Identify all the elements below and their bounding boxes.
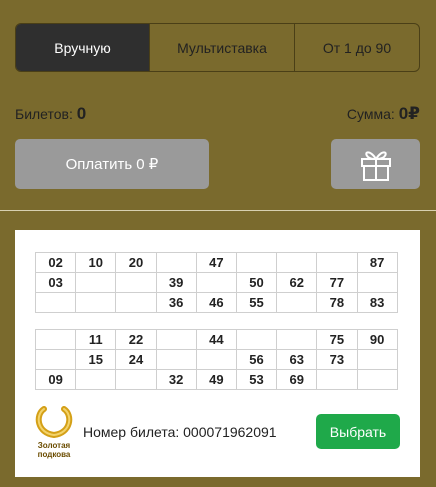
sum-value: 0₽ [398,104,420,123]
ticket-cell: 56 [235,349,278,370]
logo-text: Золотая подкова [37,441,71,459]
ticket-cell: 03 [34,272,77,293]
ticket-cell: 44 [195,329,237,350]
divider [0,210,436,211]
sum-label: Сумма: [346,106,395,122]
ticket-cell [34,329,77,350]
ticket-cell: 36 [155,292,197,313]
ticket-cell: 46 [195,292,237,313]
ticket-row: 15 24 56 63 73 [34,349,398,370]
ticket-cell [155,329,197,350]
tab-manual[interactable]: Вручную [16,24,150,71]
ticket-row: 09 32 49 53 69 [34,369,398,390]
ticket-cell [276,329,318,350]
ticket-cell: 15 [75,349,117,370]
ticket-cell: 87 [356,252,398,273]
ticket-cell: 90 [356,329,398,350]
sum-total: Сумма: 0₽ [347,104,420,124]
ticket-cell: 32 [155,369,197,390]
ticket-row: 03 39 50 62 77 [34,272,398,293]
ticket-cell [155,252,197,273]
tickets-label: Билетов: [15,106,73,122]
ticket-cell [195,272,237,293]
ticket-cell: 49 [195,369,237,390]
ticket-row: 11 22 44 75 90 [34,329,398,350]
tab-1-to-90[interactable]: От 1 до 90 [295,24,419,71]
ticket-cell: 77 [316,272,358,293]
ticket-cell: 69 [276,369,318,390]
tab-multibet[interactable]: Мультиставка [150,24,295,71]
ticket-cell [276,252,318,273]
summary-row: Билетов: 0 Сумма: 0₽ [15,104,420,124]
ticket-cell: 22 [115,329,157,350]
ticket-cell [34,349,77,370]
ticket-cell [75,272,117,293]
pay-button[interactable]: Оплатить 0 ₽ [15,139,209,189]
ticket-cell: 50 [235,272,278,293]
select-button-label: Выбрать [329,423,387,440]
ticket-cell: 63 [276,349,318,370]
ticket-cell [356,349,398,370]
ticket-grid-2: 11 22 44 75 90 15 24 56 63 73 09 32 49 53 69 [34,329,398,390]
ticket-cell: 10 [75,252,117,273]
ticket-cell [115,369,157,390]
ticket-cell [356,272,398,293]
ticket-cell [155,349,197,370]
ticket-cell: 78 [316,292,358,313]
tickets-value: 0 [76,104,87,123]
ticket-cell: 24 [115,349,157,370]
ticket-cell: 53 [235,369,278,390]
ticket-cell [115,272,157,293]
ticket-cell: 73 [316,349,358,370]
mode-tabs: Вручную Мультиставка От 1 до 90 [15,23,420,72]
horseshoe-icon [35,406,73,439]
ticket-card: 02 10 20 47 87 03 39 50 62 77 36 46 55 78 83 11 22 44 75 9… [15,230,420,477]
ticket-cell [316,252,358,273]
ticket-number: Номер билета: 000071962091 [83,424,277,440]
ticket-row: 36 46 55 78 83 [34,292,398,313]
ticket-cell: 55 [235,292,278,313]
pay-button-label: Оплатить 0 ₽ [65,156,159,173]
ticket-cell [356,369,398,390]
ticket-cell [75,369,117,390]
ticket-cell [75,292,117,313]
ticket-cell: 83 [356,292,398,313]
ticket-cell: 11 [75,329,117,350]
ticket-cell [316,369,358,390]
ticket-cell: 39 [155,272,197,293]
ticket-cell: 20 [115,252,157,273]
golden-horseshoe-logo: Золотая подкова [32,405,76,461]
ticket-grid-1: 02 10 20 47 87 03 39 50 62 77 36 46 55 78 83 [34,252,398,313]
ticket-cell: 09 [34,369,77,390]
tickets-count: Билетов: 0 [15,104,86,124]
ticket-cell [115,292,157,313]
ticket-cell [34,292,77,313]
gift-button[interactable] [331,139,420,189]
ticket-cell [235,329,278,350]
ticket-row: 02 10 20 47 87 [34,252,398,273]
ticket-cell: 75 [316,329,358,350]
ticket-cell: 02 [34,252,77,273]
gift-icon [360,151,391,181]
ticket-cell [195,349,237,370]
select-button[interactable]: Выбрать [316,414,400,449]
ticket-cell: 47 [195,252,237,273]
ticket-cell [235,252,278,273]
ticket-cell [276,292,318,313]
ticket-cell: 62 [276,272,318,293]
